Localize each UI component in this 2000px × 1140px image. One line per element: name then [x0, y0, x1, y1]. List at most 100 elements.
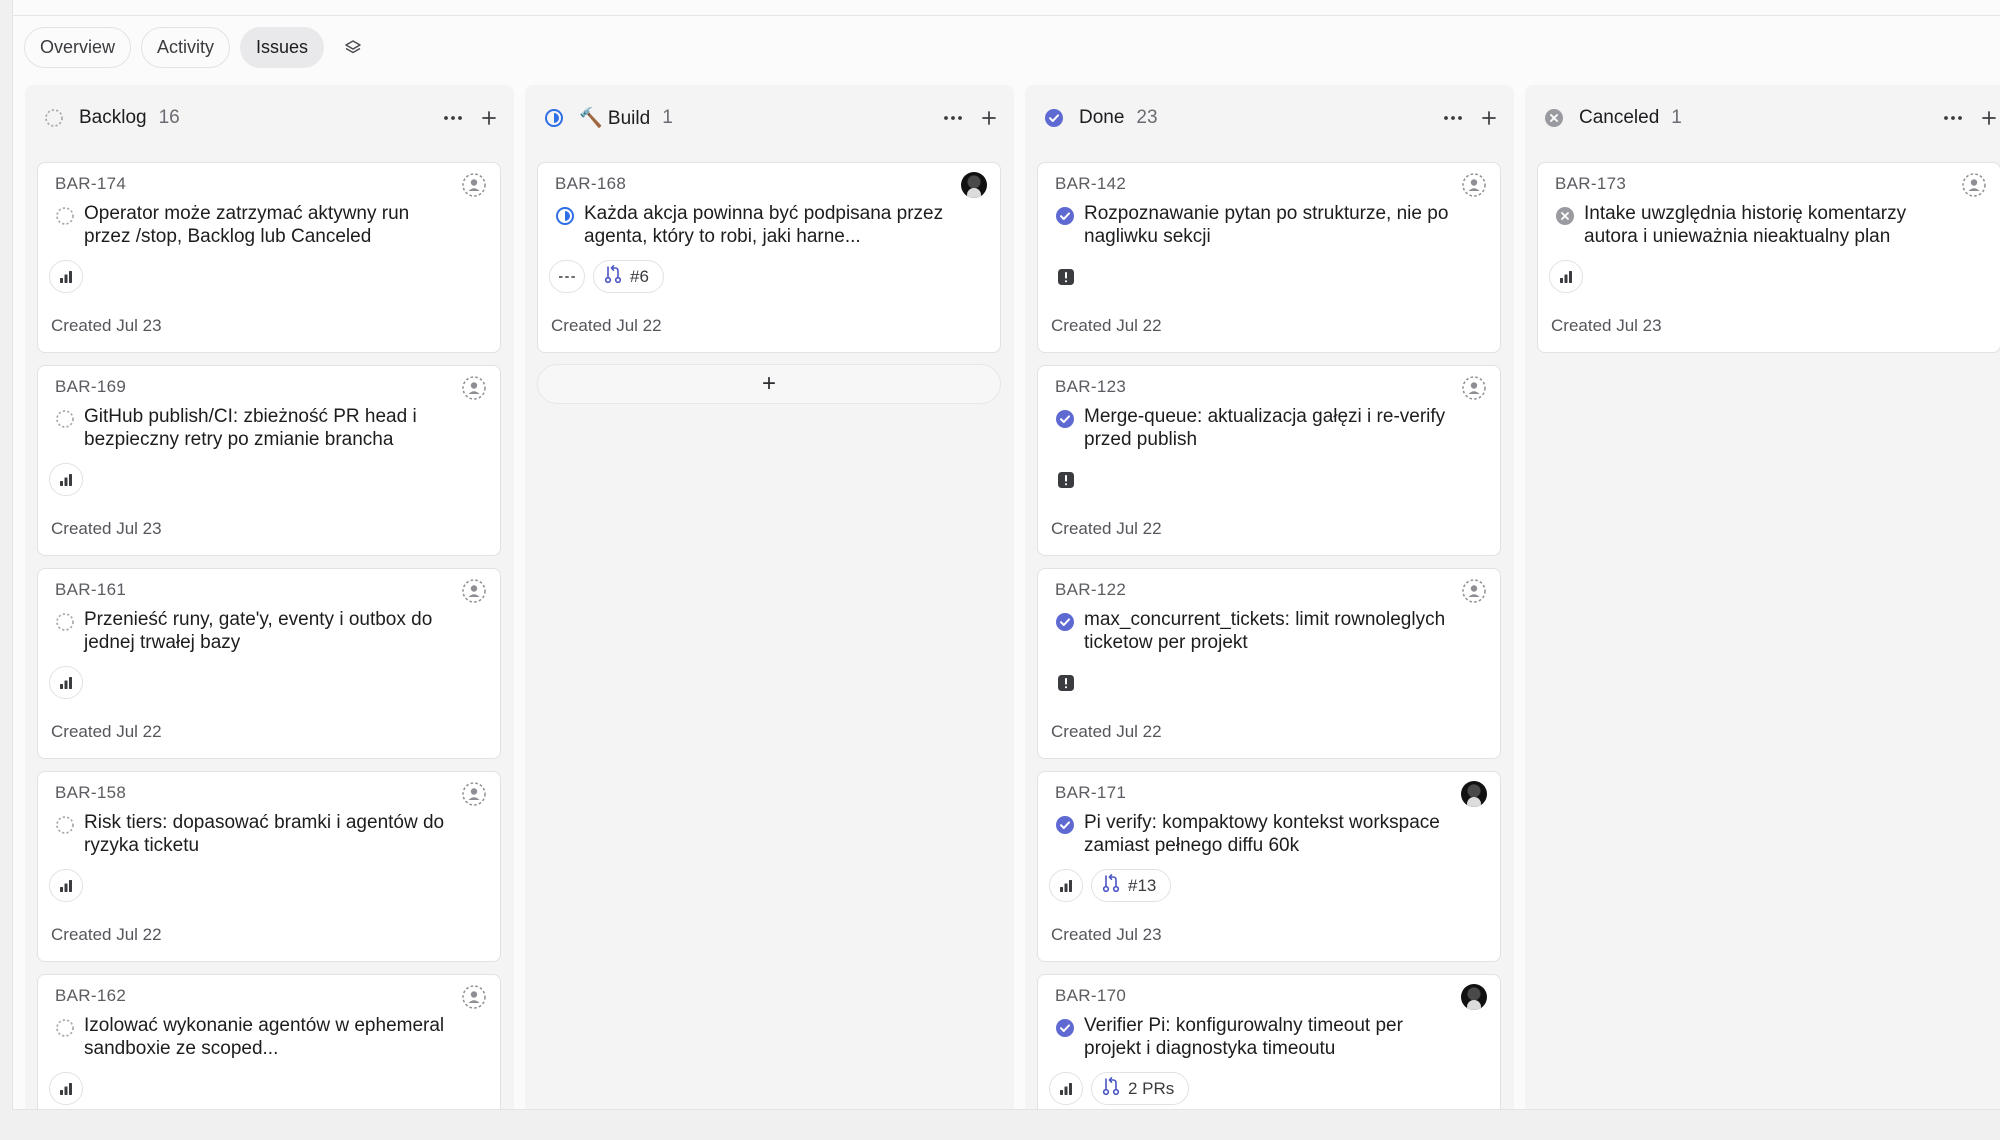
- backlog-status-icon[interactable]: [55, 206, 75, 226]
- column-actions: [1942, 107, 2000, 129]
- backlog-status-icon[interactable]: [55, 1018, 75, 1038]
- done-status-icon[interactable]: [1055, 206, 1075, 226]
- done-status-icon[interactable]: [1055, 815, 1075, 835]
- issue-title: Operator może zatrzymać aktywny run prze…: [84, 203, 410, 247]
- issue-title: Intake uwzględnia historię komentarzy au…: [1584, 203, 1907, 247]
- pull-request-chip[interactable]: 2 PRs: [1091, 1072, 1190, 1105]
- assignee-avatar[interactable]: [1461, 984, 1487, 1010]
- add-issue-icon[interactable]: [978, 107, 1000, 129]
- column-done: Done 23 BAR-142 Rozpoznawanie pytan po stru…: [1025, 85, 1514, 1109]
- urgent-priority-icon[interactable]: [1049, 463, 1082, 496]
- priority-bars-icon[interactable]: [49, 869, 83, 902]
- created-date: Created Jul 22: [551, 316, 662, 335]
- add-issue-icon[interactable]: [1478, 107, 1500, 129]
- issue-card[interactable]: BAR-161 Przenieść runy, gate'y, eventy i …: [37, 568, 501, 759]
- unassigned-icon[interactable]: [1461, 375, 1487, 401]
- layers-icon[interactable]: [334, 29, 372, 67]
- progress-status-icon[interactable]: [555, 206, 575, 226]
- add-issue-icon[interactable]: [1978, 107, 2000, 129]
- issue-properties: [1049, 260, 1082, 293]
- tab-overview[interactable]: Overview: [24, 27, 132, 68]
- issue-card[interactable]: BAR-158 Risk tiers: dopasować bramki i ag…: [37, 771, 501, 962]
- priority-bars-icon[interactable]: [49, 1072, 83, 1105]
- issue-id: BAR-170: [1055, 986, 1127, 1005]
- priority-bars-icon[interactable]: [1049, 1072, 1083, 1105]
- priority-bars-icon[interactable]: [1049, 869, 1083, 902]
- pull-request-chip[interactable]: #13: [1091, 869, 1172, 902]
- issue-title: Verifier Pi: konfigurowalny timeout per …: [1084, 1015, 1403, 1059]
- issue-id: BAR-158: [55, 783, 127, 802]
- assignee-avatar[interactable]: [1461, 781, 1487, 807]
- issue-card[interactable]: BAR-162 Izolować wykonanie agentów w ephe…: [37, 974, 501, 1109]
- backlog-status-icon[interactable]: [55, 409, 75, 429]
- issue-card[interactable]: BAR-168 Każda akcja powinna być podpisana…: [537, 162, 1001, 353]
- issue-properties: #13: [1049, 869, 1172, 902]
- unassigned-icon[interactable]: [461, 172, 487, 198]
- more-options-icon[interactable]: [442, 107, 464, 129]
- issue-card[interactable]: BAR-171 Pi verify: kompaktowy kontekst wo…: [1037, 771, 1501, 962]
- issue-id: BAR-171: [1055, 783, 1127, 802]
- issue-properties: #6: [549, 260, 664, 293]
- priority-bars-icon[interactable]: [49, 260, 83, 293]
- done-status-icon[interactable]: [1055, 612, 1075, 632]
- unassigned-icon[interactable]: [461, 984, 487, 1010]
- progress-status-icon: [543, 107, 565, 129]
- issue-card[interactable]: BAR-173 Intake uwzględnia historię koment…: [1537, 162, 2000, 353]
- assignee-avatar[interactable]: [961, 172, 987, 198]
- pull-request-icon: [1102, 1076, 1120, 1101]
- issue-card[interactable]: BAR-142 Rozpoznawanie pytan po strukturze…: [1037, 162, 1501, 353]
- done-status-icon[interactable]: [1055, 409, 1075, 429]
- no-priority-icon[interactable]: [549, 260, 585, 293]
- issue-title: Rozpoznawanie pytan po strukturze, nie p…: [1084, 203, 1449, 247]
- add-issue-icon[interactable]: [478, 107, 500, 129]
- unassigned-icon[interactable]: [1961, 172, 1987, 198]
- tab-issues[interactable]: Issues: [240, 27, 325, 68]
- pull-request-icon: [1102, 873, 1120, 898]
- issue-card[interactable]: BAR-123 Merge-queue: aktualizacja gałęzi …: [1037, 365, 1501, 556]
- issue-title: Przenieść runy, gate'y, eventy i outbox …: [84, 609, 433, 653]
- done-status-icon[interactable]: [1055, 1018, 1075, 1038]
- pull-request-icon: [604, 264, 622, 289]
- priority-bars-icon[interactable]: [49, 463, 83, 496]
- unassigned-icon[interactable]: [1461, 578, 1487, 604]
- backlog-status-icon[interactable]: [55, 612, 75, 632]
- add-issue-button[interactable]: +: [537, 364, 1001, 404]
- unassigned-icon[interactable]: [461, 375, 487, 401]
- avatar: [1461, 781, 1487, 807]
- tab-activity[interactable]: Activity: [141, 27, 231, 68]
- canceled-status-icon[interactable]: [1555, 206, 1575, 226]
- issue-properties: 2 PRs: [1049, 1072, 1190, 1105]
- unassigned-icon[interactable]: [1461, 172, 1487, 198]
- more-options-icon[interactable]: [1942, 107, 1964, 129]
- unassigned-icon[interactable]: [461, 781, 487, 807]
- issue-id: BAR-161: [55, 580, 127, 599]
- more-options-icon[interactable]: [942, 107, 964, 129]
- column-header: Done 23: [1037, 85, 1502, 150]
- issue-card[interactable]: BAR-122 max_concurrent_tickets: limit row…: [1037, 568, 1501, 759]
- priority-bars-icon[interactable]: [49, 666, 83, 699]
- issue-properties: [49, 869, 83, 902]
- divider: [13, 15, 2000, 16]
- issue-properties: [49, 463, 83, 496]
- column-backlog: Backlog 16 BAR-174 Operator może zatrzymać …: [25, 85, 514, 1109]
- issue-card[interactable]: BAR-174 Operator może zatrzymać aktywny r…: [37, 162, 501, 353]
- pull-request-chip[interactable]: #6: [593, 260, 664, 293]
- backlog-status-icon: [43, 107, 65, 129]
- issue-card[interactable]: BAR-170 Verifier Pi: konfigurowalny timeo…: [1037, 974, 1501, 1109]
- issue-card[interactable]: BAR-169 GitHub publish/CI: zbieżność PR h…: [37, 365, 501, 556]
- column-header: Canceled 1: [1537, 85, 2000, 150]
- urgent-priority-icon[interactable]: [1049, 666, 1082, 699]
- unassigned-icon[interactable]: [461, 578, 487, 604]
- column-title: 🔨 Build: [579, 107, 651, 129]
- urgent-priority-icon[interactable]: [1049, 260, 1082, 293]
- issue-id: BAR-162: [55, 986, 127, 1005]
- backlog-status-icon[interactable]: [55, 815, 75, 835]
- column-title: Canceled: [1579, 106, 1660, 128]
- column-actions: [1442, 107, 1500, 129]
- column-header: 🔨 Build 1: [537, 85, 1002, 150]
- pull-request-label: 2 PRs: [1128, 1078, 1175, 1098]
- priority-bars-icon[interactable]: [1549, 260, 1583, 293]
- more-options-icon[interactable]: [1442, 107, 1464, 129]
- created-date: Created Jul 23: [51, 519, 162, 538]
- avatar: [1461, 984, 1487, 1010]
